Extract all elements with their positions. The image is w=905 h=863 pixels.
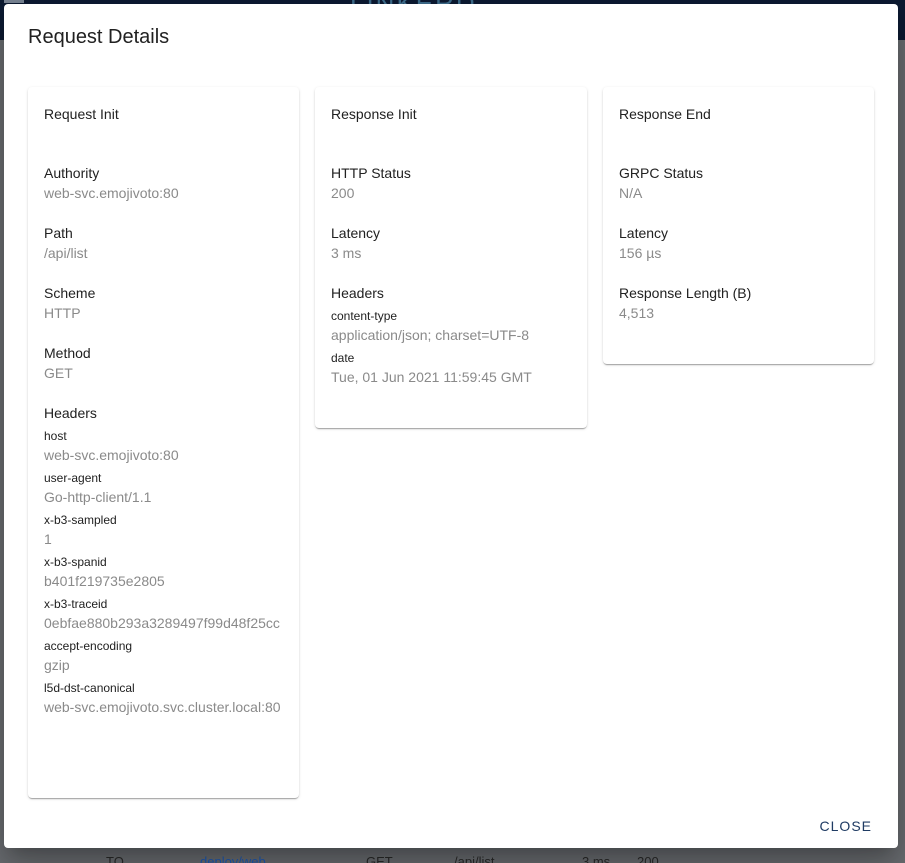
header-value: gzip (44, 657, 70, 673)
header-item: date Tue, 01 Jun 2021 11:59:45 GMT (331, 349, 571, 387)
header-key: date (331, 351, 355, 365)
table-row: TO deploy/web GET /api/list 3 ms 200 (0, 846, 905, 863)
field-label: Response Length (B) (619, 285, 752, 301)
field-label: Path (44, 225, 73, 241)
headers-label: Headers (44, 405, 97, 421)
field-label: HTTP Status (331, 165, 411, 181)
row-method: GET (366, 854, 393, 863)
card-title: Response Init (331, 106, 417, 122)
headers-label: Headers (331, 285, 384, 301)
row-resource-link[interactable]: deploy/web (200, 854, 266, 863)
dialog-title: Request Details (28, 26, 170, 48)
field-authority: Authority web-svc.emojivoto:80 (44, 163, 283, 203)
header-item: x-b3-traceid 0ebfae880b293a3289497f99d48… (44, 595, 283, 633)
field-value: N/A (619, 185, 643, 201)
header-key: x-b3-spanid (44, 555, 107, 569)
header-item: l5d-dst-canonical web-svc.emojivoto.svc.… (44, 679, 283, 717)
row-latency: 3 ms (582, 854, 611, 863)
card-title: Response End (619, 106, 711, 122)
field-label: GRPC Status (619, 165, 704, 181)
header-key: l5d-dst-canonical (44, 681, 135, 695)
header-item: accept-encoding gzip (44, 637, 283, 675)
header-key: x-b3-traceid (44, 597, 108, 611)
field-http-status: HTTP Status 200 (331, 163, 571, 203)
header-item: host web-svc.emojivoto:80 (44, 427, 283, 465)
field-value: 156 µs (619, 245, 662, 261)
header-item: x-b3-sampled 1 (44, 511, 283, 549)
field-latency: Latency 156 µs (619, 223, 858, 263)
close-button[interactable]: CLOSE (812, 812, 880, 840)
field-value: HTTP (44, 305, 81, 321)
header-key: x-b3-sampled (44, 513, 117, 527)
header-value: Tue, 01 Jun 2021 11:59:45 GMT (331, 369, 532, 385)
field-label: Authority (44, 165, 100, 181)
headers-section: Headers content-type application/json; c… (331, 283, 571, 387)
response-end-card: Response End GRPC Status N/A Latency 156… (603, 87, 874, 364)
row-path: /api/list (454, 854, 495, 863)
request-details-dialog: Request Details Request Init Authority w… (4, 4, 898, 848)
row-status: 200 (637, 854, 659, 863)
request-init-card: Request Init Authority web-svc.emojivoto… (28, 87, 299, 798)
field-method: Method GET (44, 343, 283, 383)
field-path: Path /api/list (44, 223, 283, 263)
header-item: user-agent Go-http-client/1.1 (44, 469, 283, 507)
header-key: user-agent (44, 471, 102, 485)
field-value: 200 (331, 185, 355, 201)
header-item: content-type application/json; charset=U… (331, 307, 571, 345)
header-key: host (44, 429, 67, 443)
field-latency: Latency 3 ms (331, 223, 571, 263)
headers-section: Headers host web-svc.emojivoto:80 user-a… (44, 403, 283, 717)
header-value: b401f219735e2805 (44, 573, 165, 589)
header-value: web-svc.emojivoto.svc.cluster.local:80 (44, 699, 281, 715)
field-value: /api/list (44, 245, 88, 261)
field-value: 3 ms (331, 245, 362, 261)
field-value: web-svc.emojivoto:80 (44, 185, 179, 201)
field-label: Scheme (44, 285, 96, 301)
response-init-card: Response Init HTTP Status 200 Latency 3 … (315, 87, 587, 428)
field-label: Method (44, 345, 91, 361)
field-label: Latency (619, 225, 669, 241)
header-key: accept-encoding (44, 639, 133, 653)
row-direction: TO (106, 854, 124, 863)
header-item: x-b3-spanid b401f219735e2805 (44, 553, 283, 591)
header-value: 0ebfae880b293a3289497f99d48f25cc (44, 615, 280, 631)
field-value: GET (44, 365, 73, 381)
menu-icon[interactable] (4, 0, 24, 3)
field-label: Latency (331, 225, 381, 241)
header-value: web-svc.emojivoto:80 (44, 447, 179, 463)
header-value: Go-http-client/1.1 (44, 489, 152, 505)
header-key: content-type (331, 309, 398, 323)
header-value: application/json; charset=UTF-8 (331, 327, 530, 343)
field-grpc-status: GRPC Status N/A (619, 163, 858, 203)
field-response-length: Response Length (B) 4,513 (619, 283, 858, 323)
field-scheme: Scheme HTTP (44, 283, 283, 323)
card-title: Request Init (44, 106, 119, 122)
header-value: 1 (44, 531, 52, 547)
field-value: 4,513 (619, 305, 655, 321)
